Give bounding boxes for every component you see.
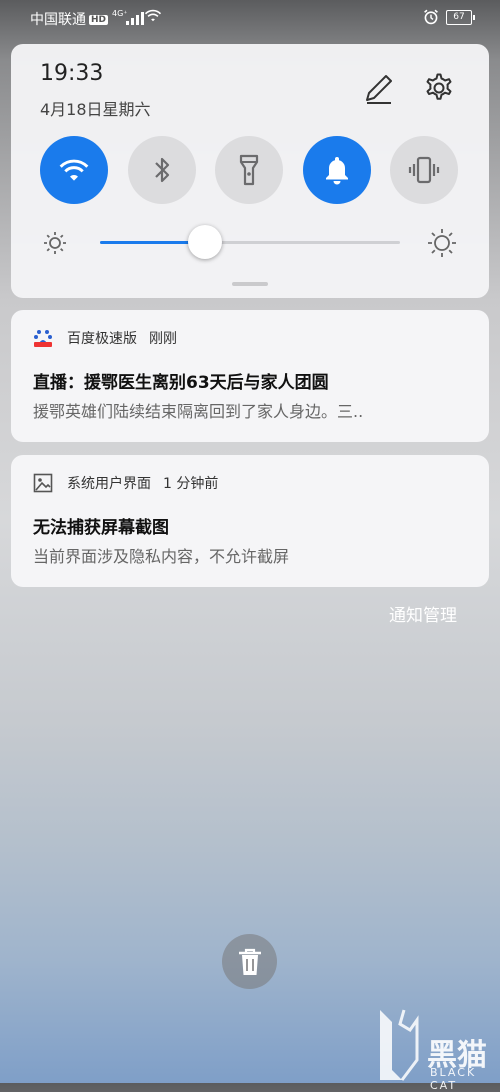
brightness-thumb[interactable] (188, 225, 222, 259)
notification-title: 无法捕获屏幕截图 (33, 518, 169, 538)
notification-card[interactable]: 百度极速版 刚刚 直播：援鄂医生离别63天后与家人团圆 援鄂英雄们陆续结束隔离回… (11, 310, 489, 442)
notification-card[interactable]: 系统用户界面 1 分钟前 无法捕获屏幕截图 当前界面涉及隐私内容，不允许截屏 (11, 455, 489, 587)
quick-settings-panel: 19:33 4月18日星期六 (11, 44, 489, 298)
notification-body: 当前界面涉及隐私内容，不允许截屏 (33, 547, 290, 566)
carrier-name: 中国联通 (30, 12, 86, 28)
brightness-slider[interactable] (100, 225, 400, 259)
brightness-row (11, 224, 489, 264)
notification-management-link[interactable]: 通知管理 (389, 601, 457, 626)
baidu-app-icon (34, 330, 52, 347)
sound-tile[interactable] (303, 136, 371, 204)
bell-icon (326, 157, 348, 185)
flashlight-icon (239, 154, 259, 186)
brightness-low-icon (44, 232, 66, 254)
vibrate-icon (408, 156, 440, 184)
battery-icon: 67 (446, 10, 475, 25)
notification-title: 直播：援鄂医生离别63天后与家人团圆 (33, 373, 329, 393)
notification-app-name: 百度极速版 (67, 331, 137, 347)
bluetooth-tile[interactable] (128, 136, 196, 204)
panel-drag-handle[interactable] (232, 282, 268, 286)
pencil-icon[interactable] (361, 70, 397, 106)
wifi-icon (144, 9, 162, 22)
clock-time[interactable]: 19:33 (40, 61, 103, 86)
hd-badge: HD (89, 15, 109, 25)
status-bar: 中国联通 HD 4G⁺ 67 (0, 0, 500, 36)
wifi-icon (59, 159, 89, 181)
wifi-tile[interactable] (40, 136, 108, 204)
gear-icon[interactable] (420, 69, 458, 107)
trash-icon (238, 948, 261, 975)
notification-header: 系统用户界面 1 分钟前 (33, 473, 218, 493)
watermark-subtext: BLACK CAT (430, 1066, 477, 1092)
bluetooth-icon (155, 157, 170, 183)
notification-app-name: 系统用户界面 (67, 476, 151, 492)
clear-all-button[interactable] (222, 934, 277, 989)
clock-date[interactable]: 4月18日星期六 (40, 96, 151, 120)
brightness-high-icon (428, 229, 456, 257)
vibrate-tile[interactable] (390, 136, 458, 204)
flashlight-tile[interactable] (215, 136, 283, 204)
screenshot-icon (33, 473, 53, 493)
alarm-clock-icon (424, 9, 438, 25)
notification-header: 百度极速版 刚刚 (33, 328, 177, 348)
notification-time: 1 分钟前 (163, 476, 219, 492)
carrier: 中国联通 HD (30, 9, 109, 29)
black-cat-watermark: 黑猫 BLACK CAT (372, 1000, 500, 1092)
notification-time: 刚刚 (149, 331, 177, 347)
notification-body: 援鄂英雄们陆续结束隔离回到了家人身边。三.. (33, 402, 364, 421)
battery-level: 67 (453, 12, 465, 22)
cat-logo-icon (380, 1009, 419, 1081)
